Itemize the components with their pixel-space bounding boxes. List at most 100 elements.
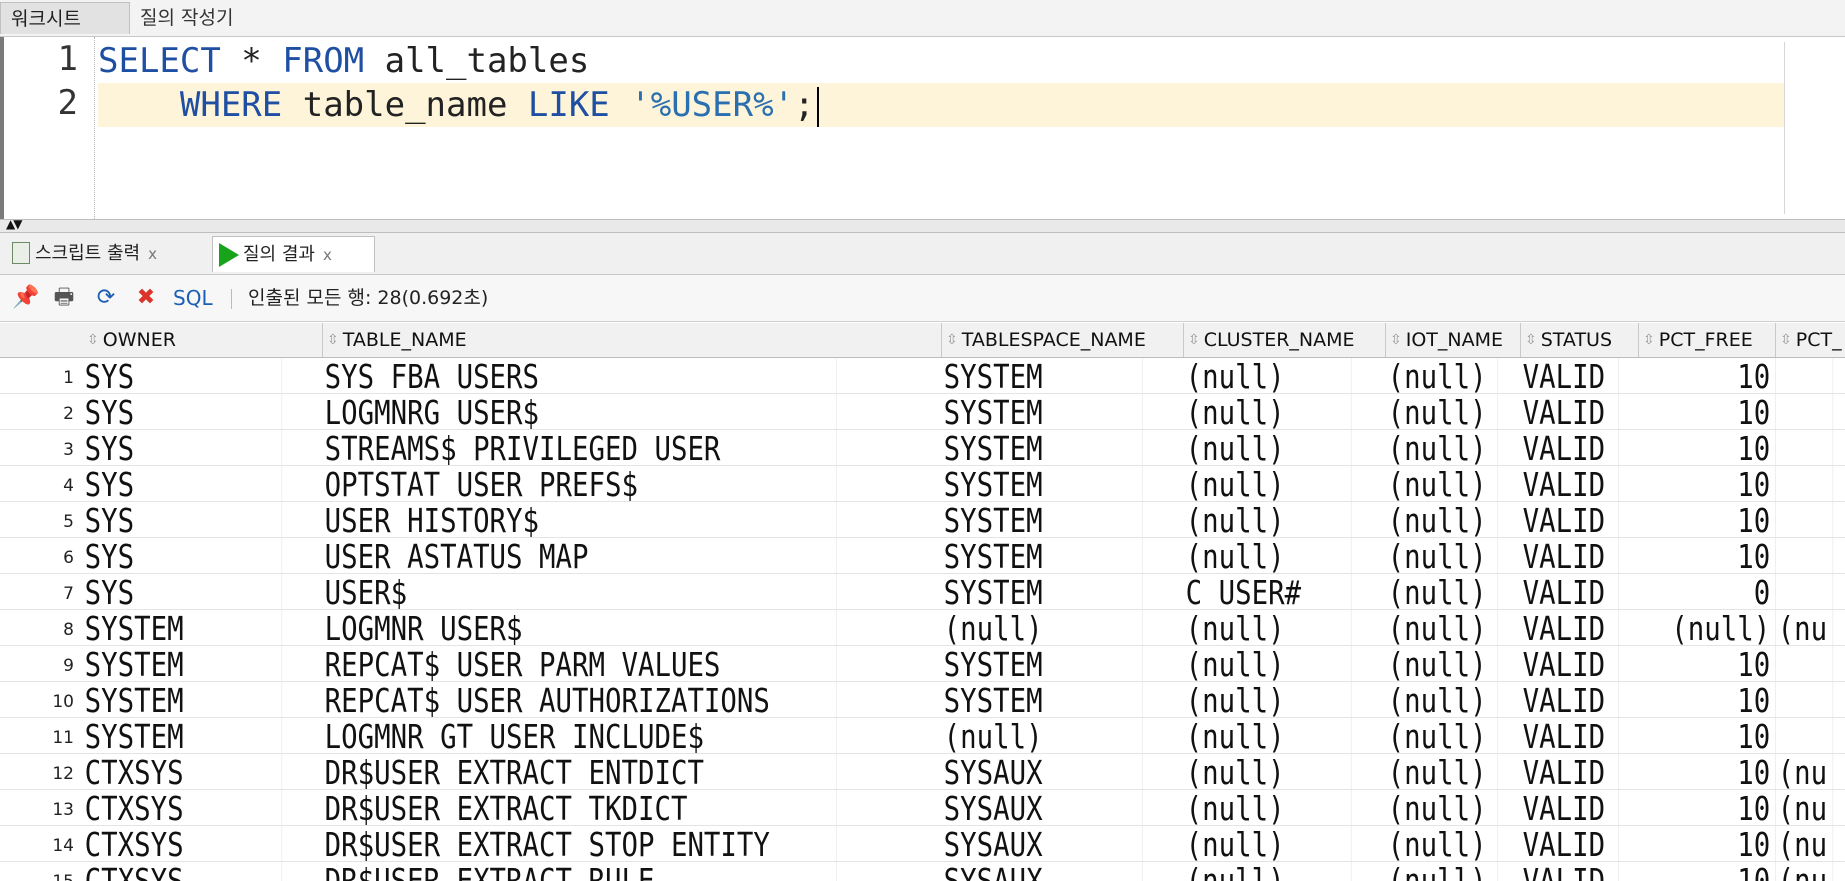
- cell-pct-free[interactable]: 10: [1662, 682, 1776, 717]
- cell-pct-used[interactable]: [1776, 682, 1834, 717]
- cell-iot-name[interactable]: (null): [1386, 790, 1499, 825]
- code-line-2[interactable]: WHERE table_name LIKE '%USER%';: [98, 83, 1785, 127]
- cell-cluster-name[interactable]: (null): [1184, 718, 1352, 753]
- row-number[interactable]: 11: [0, 718, 78, 753]
- cell-owner[interactable]: CTXSYS: [83, 754, 283, 789]
- cell-table-name[interactable]: USER_ASTATUS_MAP: [323, 538, 837, 573]
- cell-pct-free[interactable]: 10: [1662, 646, 1776, 681]
- clear-icon[interactable]: ✖: [134, 286, 158, 310]
- cell-pct-used[interactable]: (nu: [1776, 790, 1834, 825]
- cell-cluster-name[interactable]: (null): [1184, 862, 1352, 881]
- cell-cluster-name[interactable]: (null): [1184, 538, 1352, 573]
- cell-table-name[interactable]: STREAMS$_PRIVILEGED_USER: [323, 430, 837, 465]
- cell-tablespace-name[interactable]: SYSTEM: [942, 574, 1143, 609]
- cell-cluster-name[interactable]: (null): [1184, 358, 1352, 393]
- cell-owner[interactable]: SYS: [83, 466, 283, 501]
- table-row[interactable]: 14 CTXSYS DR$USER_EXTRACT_STOP_ENTITY SYSAU…: [0, 826, 1845, 862]
- cell-status[interactable]: VALID: [1521, 502, 1619, 537]
- cell-iot-name[interactable]: (null): [1386, 682, 1499, 717]
- cell-pct-free[interactable]: 10: [1662, 826, 1776, 861]
- cell-owner[interactable]: SYSTEM: [83, 610, 283, 645]
- cell-pct-used[interactable]: [1776, 358, 1834, 393]
- cell-pct-used[interactable]: [1776, 538, 1834, 573]
- row-number[interactable]: 15: [0, 862, 78, 881]
- cell-status[interactable]: VALID: [1521, 646, 1619, 681]
- cell-pct-free[interactable]: 10: [1662, 502, 1776, 537]
- table-row[interactable]: 10 SYSTEM REPCAT$_USER_AUTHORIZATIONS SYSTE…: [0, 682, 1845, 718]
- column-header-owner[interactable]: ⇳ OWNER: [83, 323, 323, 357]
- cell-pct-free[interactable]: 10: [1662, 790, 1776, 825]
- cell-cluster-name[interactable]: (null): [1184, 826, 1352, 861]
- cell-pct-free[interactable]: 10: [1662, 394, 1776, 429]
- cell-cluster-name[interactable]: (null): [1184, 682, 1352, 717]
- table-row[interactable]: 6 SYS USER_ASTATUS_MAP SYSTEM (null) (null) VA…: [0, 538, 1845, 574]
- sql-button[interactable]: SQL: [173, 286, 213, 310]
- cell-owner[interactable]: SYS: [83, 430, 283, 465]
- row-number[interactable]: 2: [0, 394, 78, 429]
- pin-icon[interactable]: 📌: [12, 286, 39, 310]
- cell-status[interactable]: VALID: [1521, 718, 1619, 753]
- row-number[interactable]: 8: [0, 610, 78, 645]
- table-row[interactable]: 13 CTXSYS DR$USER_EXTRACT_TKDICT SYSAUX (nul…: [0, 790, 1845, 826]
- column-header-iot-name[interactable]: ⇳ IOT_NAME: [1386, 323, 1521, 357]
- cell-owner[interactable]: CTXSYS: [83, 790, 283, 825]
- row-number[interactable]: 3: [0, 430, 78, 465]
- cell-pct-free[interactable]: 10: [1662, 538, 1776, 573]
- cell-pct-free[interactable]: 10: [1662, 718, 1776, 753]
- cell-pct-used[interactable]: [1776, 718, 1834, 753]
- cell-cluster-name[interactable]: (null): [1184, 466, 1352, 501]
- tab-query-builder[interactable]: 질의 작성기: [130, 2, 243, 34]
- cell-pct-used[interactable]: [1776, 466, 1834, 501]
- cell-owner[interactable]: SYS: [83, 394, 283, 429]
- cell-iot-name[interactable]: (null): [1386, 466, 1499, 501]
- cell-pct-used[interactable]: (nu: [1776, 862, 1834, 881]
- cell-tablespace-name[interactable]: SYSAUX: [942, 862, 1143, 881]
- cell-pct-free[interactable]: 10: [1662, 862, 1776, 881]
- cell-cluster-name[interactable]: (null): [1184, 394, 1352, 429]
- table-row[interactable]: 9 SYSTEM REPCAT$_USER_PARM_VALUES SYSTEM (nu…: [0, 646, 1845, 682]
- row-number[interactable]: 12: [0, 754, 78, 789]
- cell-pct-free[interactable]: 10: [1662, 430, 1776, 465]
- table-row[interactable]: 5 SYS USER_HISTORY$ SYSTEM (null) (null) VALID…: [0, 502, 1845, 538]
- cell-iot-name[interactable]: (null): [1386, 502, 1499, 537]
- column-header-table-name[interactable]: ⇳ TABLE_NAME: [323, 323, 942, 357]
- row-number[interactable]: 7: [0, 574, 78, 609]
- cell-status[interactable]: VALID: [1521, 538, 1619, 573]
- cell-tablespace-name[interactable]: SYSTEM: [942, 682, 1143, 717]
- cell-owner[interactable]: SYS: [83, 358, 283, 393]
- row-number[interactable]: 6: [0, 538, 78, 573]
- cell-iot-name[interactable]: (null): [1386, 394, 1499, 429]
- cell-pct-free[interactable]: 10: [1662, 466, 1776, 501]
- cell-pct-free[interactable]: 10: [1662, 754, 1776, 789]
- cell-iot-name[interactable]: (null): [1386, 718, 1499, 753]
- cell-pct-free[interactable]: 0: [1662, 574, 1776, 609]
- cell-table-name[interactable]: REPCAT$_USER_PARM_VALUES: [323, 646, 837, 681]
- cell-owner[interactable]: SYS: [83, 574, 283, 609]
- column-header-status[interactable]: ⇳ STATUS: [1521, 323, 1639, 357]
- cell-owner[interactable]: CTXSYS: [83, 862, 283, 881]
- cell-pct-used[interactable]: [1776, 574, 1834, 609]
- cell-owner[interactable]: SYS: [83, 502, 283, 537]
- cell-owner[interactable]: CTXSYS: [83, 826, 283, 861]
- cell-pct-used[interactable]: [1776, 502, 1834, 537]
- row-number[interactable]: 1: [0, 358, 78, 393]
- cell-iot-name[interactable]: (null): [1386, 862, 1499, 881]
- cell-status[interactable]: VALID: [1521, 610, 1619, 645]
- cell-table-name[interactable]: OPTSTAT_USER_PREFS$: [323, 466, 837, 501]
- cell-tablespace-name[interactable]: SYSAUX: [942, 754, 1143, 789]
- table-row[interactable]: 8 SYSTEM LOGMNR_USER$ (null) (null) (null) VAL…: [0, 610, 1845, 646]
- cell-cluster-name[interactable]: C_USER#: [1184, 574, 1352, 609]
- cell-status[interactable]: VALID: [1521, 394, 1619, 429]
- row-number[interactable]: 13: [0, 790, 78, 825]
- cell-tablespace-name[interactable]: SYSTEM: [942, 430, 1143, 465]
- table-row[interactable]: 7 SYS USER$ SYSTEM C_USER# (null) VALID 0: [0, 574, 1845, 610]
- cell-status[interactable]: VALID: [1521, 574, 1619, 609]
- sql-editor[interactable]: 1 2 SELECT * FROM all_tables WHERE table…: [0, 37, 1845, 219]
- cell-cluster-name[interactable]: (null): [1184, 790, 1352, 825]
- cell-pct-free[interactable]: 10: [1662, 358, 1776, 393]
- refresh-icon[interactable]: ⟳: [94, 286, 118, 310]
- cell-owner[interactable]: SYSTEM: [83, 646, 283, 681]
- cell-pct-used[interactable]: (nu: [1776, 754, 1834, 789]
- cell-iot-name[interactable]: (null): [1386, 574, 1499, 609]
- cell-pct-used[interactable]: (nu: [1776, 826, 1834, 861]
